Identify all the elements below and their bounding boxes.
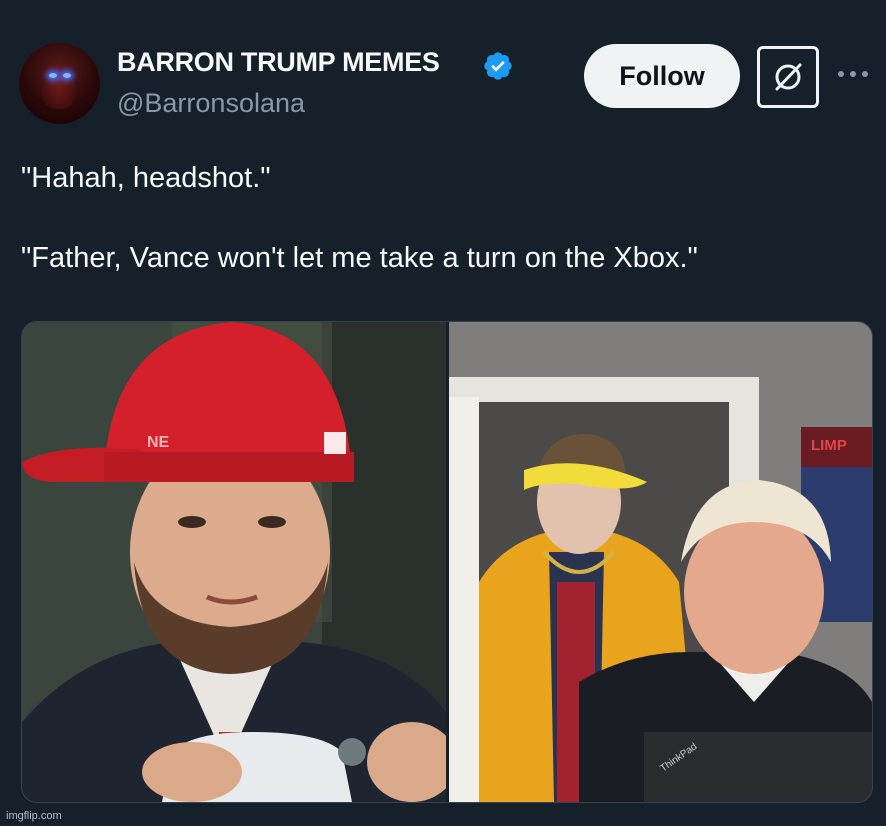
author-display-name[interactable]: BARRON TRUMP MEMES — [117, 47, 440, 78]
poster-text: LIMP — [811, 437, 847, 454]
tweet-card: BARRON TRUMP MEMES @Barronsolana Follow … — [0, 0, 886, 826]
media-image-left[interactable]: NE — [22, 322, 446, 802]
left-photo-illustration: NE — [22, 322, 446, 802]
tweet-line-2: "Father, Vance won't let me take a turn … — [21, 242, 698, 274]
verified-badge-icon — [484, 52, 512, 80]
media-image-right[interactable]: LIMP ThinkPad — [449, 322, 872, 802]
more-options-button[interactable] — [835, 62, 871, 86]
svg-text:NE: NE — [147, 434, 170, 451]
follow-button[interactable]: Follow — [584, 44, 740, 108]
right-photo-illustration: LIMP ThinkPad — [449, 322, 872, 802]
tweet-line-1: "Hahah, headshot." — [21, 162, 271, 194]
author-handle[interactable]: @Barronsolana — [117, 88, 305, 119]
imgflip-watermark: imgflip.com — [6, 810, 62, 822]
avatar-eye-right — [63, 73, 71, 78]
avatar-eye-left — [49, 73, 57, 78]
grok-icon — [775, 63, 802, 91]
grok-button[interactable] — [757, 46, 819, 108]
author-avatar[interactable] — [19, 43, 100, 124]
tweet-media[interactable]: NE LIMP ThinkPad — [21, 321, 873, 803]
tweet-text: "Hahah, headshot." "Father, Vance won't … — [21, 158, 861, 278]
avatar-face — [41, 61, 77, 109]
more-dots-icon — [838, 71, 868, 77]
